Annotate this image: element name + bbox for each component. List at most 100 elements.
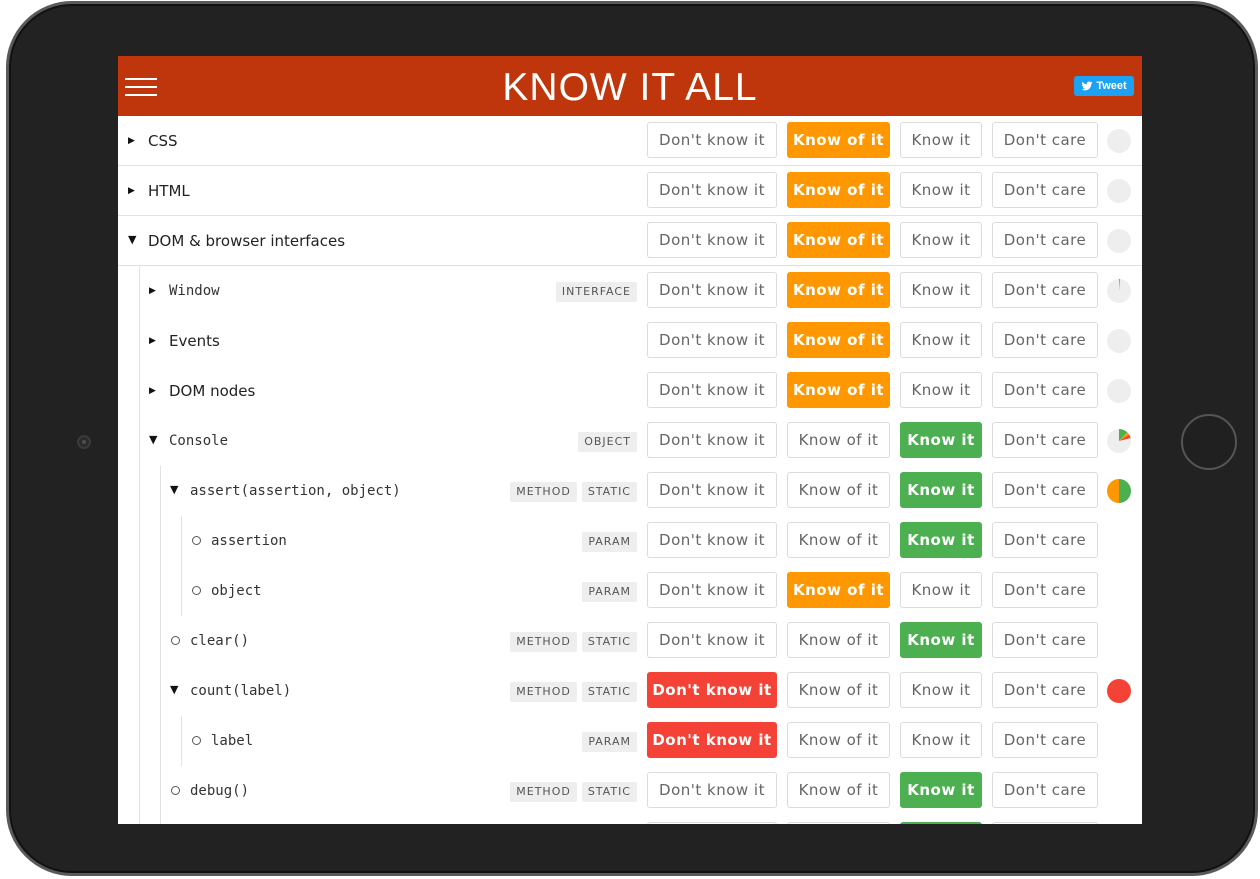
know-of-it-button[interactable]: Know of it	[787, 822, 890, 824]
dont-know-it-button[interactable]: Don't know it	[647, 272, 777, 308]
dont-know-it-button[interactable]: Don't know it	[647, 772, 777, 808]
know-it-button[interactable]: Know it	[900, 372, 982, 408]
expand-arrow-icon[interactable]: ▶	[149, 334, 159, 348]
type-tag: STATIC	[581, 782, 637, 802]
know-it-button[interactable]: Know it	[900, 422, 982, 458]
dont-know-it-button[interactable]: Don't know it	[647, 522, 777, 558]
dont-know-it-button[interactable]: Don't know it	[647, 372, 777, 408]
type-tag: STATIC	[581, 632, 637, 652]
dont-care-button[interactable]: Don't care	[992, 122, 1098, 158]
topic-label[interactable]: clear()	[190, 631, 249, 651]
know-it-button[interactable]: Know it	[900, 822, 982, 824]
dont-care-button[interactable]: Don't care	[992, 572, 1098, 608]
topic-label[interactable]: object	[211, 581, 262, 601]
know-it-button[interactable]: Know it	[900, 522, 982, 558]
topic-label[interactable]: label	[211, 731, 253, 751]
know-of-it-button[interactable]: Know of it	[787, 522, 890, 558]
topic-label[interactable]: Window	[169, 281, 220, 301]
expand-arrow-icon[interactable]: ▶	[149, 284, 159, 298]
topic-label[interactable]: count(label)	[190, 681, 291, 701]
know-of-it-button[interactable]: Know of it	[787, 472, 890, 508]
know-of-it-button[interactable]: Know of it	[787, 272, 890, 308]
dont-care-button[interactable]: Don't care	[992, 522, 1098, 558]
know-of-it-button[interactable]: Know of it	[787, 372, 890, 408]
know-of-it-button[interactable]: Know of it	[787, 572, 890, 608]
know-it-button[interactable]: Know it	[900, 322, 982, 358]
dont-care-button[interactable]: Don't care	[992, 422, 1098, 458]
know-it-button[interactable]: Know it	[900, 722, 982, 758]
dont-know-it-button[interactable]: Don't know it	[647, 472, 777, 508]
dont-care-button[interactable]: Don't care	[992, 372, 1098, 408]
type-tag: STATIC	[581, 482, 637, 502]
know-it-button[interactable]: Know it	[900, 272, 982, 308]
topic-label[interactable]: DOM nodes	[169, 381, 255, 401]
dont-care-button[interactable]: Don't care	[992, 222, 1098, 258]
dont-care-button[interactable]: Don't care	[992, 322, 1098, 358]
expand-arrow-icon[interactable]: ▶	[149, 384, 159, 398]
know-it-button[interactable]: Know it	[900, 222, 982, 258]
topic-label[interactable]: DOM & browser interfaces	[148, 231, 345, 251]
know-it-button[interactable]: Know it	[900, 472, 982, 508]
progress-pie	[1107, 379, 1131, 403]
dont-care-button[interactable]: Don't care	[992, 172, 1098, 208]
dont-care-button[interactable]: Don't care	[992, 472, 1098, 508]
know-it-button[interactable]: Know it	[900, 122, 982, 158]
dont-care-button[interactable]: Don't care	[992, 822, 1098, 824]
dont-care-button[interactable]: Don't care	[992, 722, 1098, 758]
dont-care-button[interactable]: Don't care	[992, 272, 1098, 308]
know-of-it-button[interactable]: Know of it	[787, 672, 890, 708]
topic-row: ▼ DOM & browser interfaces Don't know it Kn…	[118, 216, 1142, 266]
dont-care-button[interactable]: Don't care	[992, 622, 1098, 658]
know-of-it-button[interactable]: Know of it	[787, 222, 890, 258]
know-it-button[interactable]: Know it	[900, 772, 982, 808]
tweet-button[interactable]: Tweet	[1074, 76, 1134, 96]
topic-row: object PARAM Don't know it Know of it Know i…	[118, 566, 1142, 617]
topic-label[interactable]: HTML	[148, 181, 190, 201]
dont-know-it-button[interactable]: Don't know it	[647, 322, 777, 358]
know-it-button[interactable]: Know it	[900, 622, 982, 658]
dont-know-it-button[interactable]: Don't know it	[647, 222, 777, 258]
topic-label[interactable]: debug()	[190, 781, 249, 801]
know-of-it-button[interactable]: Know of it	[787, 172, 890, 208]
dont-know-it-button[interactable]: Don't know it	[647, 622, 777, 658]
progress-pie	[1107, 679, 1131, 703]
topic-label[interactable]: Events	[169, 331, 220, 351]
type-tag: METHOD	[510, 632, 577, 652]
know-it-button[interactable]: Know it	[900, 572, 982, 608]
dont-know-it-button[interactable]: Don't know it	[647, 422, 777, 458]
know-of-it-button[interactable]: Know of it	[787, 322, 890, 358]
know-of-it-button[interactable]: Know of it	[787, 772, 890, 808]
topic-label[interactable]: Console	[169, 431, 228, 451]
dont-know-it-button[interactable]: Don't know it	[647, 822, 777, 824]
dont-know-it-button[interactable]: Don't know it	[647, 722, 777, 758]
dont-care-button[interactable]: Don't care	[992, 772, 1098, 808]
collapse-arrow-icon[interactable]: ▼	[170, 483, 180, 497]
expand-arrow-icon[interactable]: ▶	[128, 134, 138, 148]
dont-know-it-button[interactable]: Don't know it	[647, 572, 777, 608]
know-of-it-button[interactable]: Know of it	[787, 422, 890, 458]
know-it-button[interactable]: Know it	[900, 172, 982, 208]
dont-care-button[interactable]: Don't care	[992, 672, 1098, 708]
topic-label[interactable]: assert(assertion, object)	[190, 481, 401, 501]
indent-guide	[160, 816, 161, 824]
indent-guide	[160, 716, 161, 766]
camera-icon	[77, 435, 91, 449]
know-of-it-button[interactable]: Know of it	[787, 622, 890, 658]
dont-know-it-button[interactable]: Don't know it	[647, 672, 777, 708]
indent-guide	[139, 366, 140, 416]
dont-know-it-button[interactable]: Don't know it	[647, 122, 777, 158]
collapse-arrow-icon[interactable]: ▼	[170, 683, 180, 697]
know-of-it-button[interactable]: Know of it	[787, 722, 890, 758]
indent-guide	[139, 516, 140, 566]
collapse-arrow-icon[interactable]: ▼	[128, 233, 138, 247]
know-of-it-button[interactable]: Know of it	[787, 122, 890, 158]
topic-label[interactable]: assertion	[211, 531, 287, 551]
home-button[interactable]	[1181, 414, 1237, 470]
know-it-button[interactable]: Know it	[900, 672, 982, 708]
type-tag: STATIC	[581, 682, 637, 702]
expand-arrow-icon[interactable]: ▶	[128, 184, 138, 198]
topic-label[interactable]: CSS	[148, 131, 178, 151]
dont-know-it-button[interactable]: Don't know it	[647, 172, 777, 208]
topic-row: ▶ HTML Don't know it Know of it Know it Don't…	[118, 166, 1142, 216]
collapse-arrow-icon[interactable]: ▼	[149, 433, 159, 447]
